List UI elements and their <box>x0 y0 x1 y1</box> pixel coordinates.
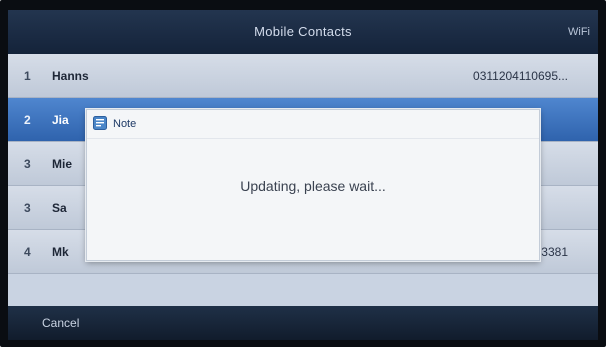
dialog-message: Updating, please wait... <box>240 178 386 194</box>
page-title: Mobile Contacts <box>254 24 352 39</box>
status-indicator: WiFi <box>568 26 590 38</box>
note-dialog: Note Updating, please wait... <box>86 109 540 261</box>
contact-name: Sa <box>52 201 67 215</box>
phone-screen: Mobile Contacts WiFi 1 Hanns 03112041106… <box>8 10 598 340</box>
contact-name: Jia <box>52 113 69 127</box>
dialog-header: Note <box>87 110 539 139</box>
contact-number: 0311204110695... <box>473 69 568 83</box>
softkey-bar: Cancel <box>8 306 598 340</box>
contact-index: 3 <box>24 157 31 171</box>
contact-name: Mie <box>52 157 73 171</box>
contact-index: 2 <box>24 113 31 127</box>
phone-display-frame: Mobile Contacts WiFi 1 Hanns 03112041106… <box>0 0 606 347</box>
title-bar: Mobile Contacts WiFi <box>8 10 598 54</box>
contact-name: Hanns <box>52 69 89 83</box>
contact-index: 3 <box>24 201 31 215</box>
contact-index: 4 <box>24 245 31 259</box>
note-icon <box>93 116 107 130</box>
dialog-title: Note <box>113 118 137 130</box>
contact-row-1[interactable]: 1 Hanns 0311204110695... <box>8 54 598 98</box>
cancel-button[interactable]: Cancel <box>42 306 79 340</box>
contact-name: Mk <box>52 245 69 259</box>
contact-index: 1 <box>24 69 31 83</box>
